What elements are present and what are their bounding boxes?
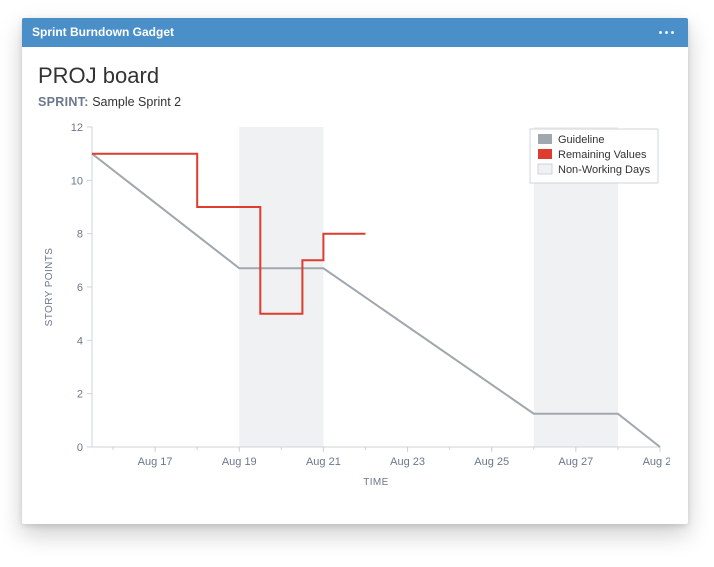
y-axis-title: STORY POINTS (44, 248, 55, 327)
burndown-chart: 0 2 4 6 8 10 12 Aug 17 Aug 19 Aug 21 Aug 23 Aug 25 A… (38, 115, 670, 495)
non-working-band (239, 127, 323, 447)
x-tick-label: Aug 27 (558, 456, 593, 468)
sprint-burndown-gadget: Sprint Burndown Gadget PROJ board SPRINT… (22, 18, 688, 524)
legend-label: Guideline (558, 134, 604, 146)
x-tick-label: Aug 17 (138, 456, 173, 468)
x-axis-title: TIME (363, 477, 389, 488)
legend-swatch (538, 134, 552, 144)
gadget-header: Sprint Burndown Gadget (22, 18, 688, 47)
board-title: PROJ board (38, 63, 672, 89)
y-tick-label: 4 (77, 335, 83, 347)
y-tick-label: 8 (77, 229, 83, 241)
chart-legend: Guideline Remaining Values Non-Working Day… (530, 129, 658, 183)
sprint-field-label: SPRINT: (38, 95, 89, 109)
gadget-title: Sprint Burndown Gadget (32, 18, 174, 47)
legend-swatch (538, 164, 552, 174)
y-tick-label: 12 (71, 122, 83, 134)
remaining-values-line (92, 154, 366, 314)
x-tick-label: Aug 19 (222, 456, 257, 468)
x-tick-label: Aug 29 (643, 456, 670, 468)
y-tick-label: 10 (71, 175, 83, 187)
legend-label: Remaining Values (558, 149, 647, 161)
x-tick-label: Aug 23 (390, 456, 425, 468)
legend-label: Non-Working Days (558, 164, 651, 176)
legend-swatch (538, 149, 552, 159)
y-tick-label: 2 (77, 389, 83, 401)
sprint-name: Sample Sprint 2 (92, 95, 181, 109)
x-tick-label: Aug 21 (306, 456, 341, 468)
sprint-line: SPRINT: Sample Sprint 2 (38, 95, 672, 109)
gadget-menu-button[interactable] (655, 27, 678, 38)
y-tick-label: 0 (77, 442, 83, 454)
y-tick-label: 6 (77, 282, 83, 294)
x-tick-label: Aug 25 (474, 456, 509, 468)
